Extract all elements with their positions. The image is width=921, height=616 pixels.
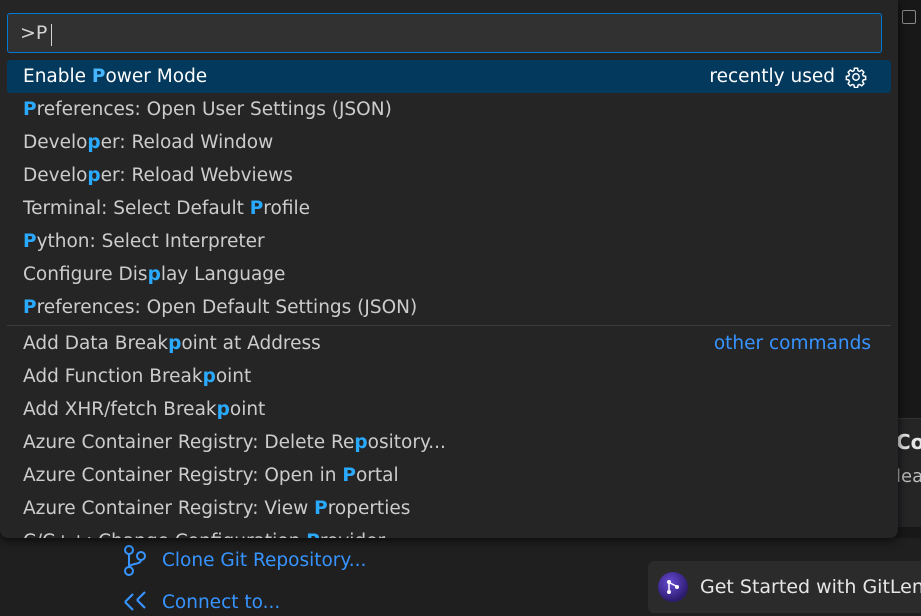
command-text: ository...: [367, 432, 446, 453]
command-text: Azure Container Registry: Delete Re: [23, 432, 355, 453]
match-highlight: P: [314, 498, 328, 519]
command-palette: Enable Power Mode recently used Preference…: [0, 0, 898, 538]
command-item[interactable]: Configure Display Language: [7, 258, 891, 291]
match-highlight: P: [23, 297, 37, 318]
command-label: Azure Container Registry: Open in Portal: [23, 465, 399, 486]
command-text: Add Function Break: [23, 366, 203, 387]
command-text: roperties: [327, 498, 411, 519]
clone-repo-link[interactable]: Clone Git Repository...: [122, 544, 366, 576]
command-item[interactable]: Azure Container Registry: Delete Reposit…: [7, 426, 891, 459]
command-label: Add XHR/fetch Breakpoint: [23, 399, 265, 420]
command-label: Developer: Reload Webviews: [23, 165, 293, 186]
command-palette-input-box[interactable]: [7, 13, 882, 53]
match-highlight: p: [354, 432, 368, 453]
other-commands-label: other commands: [713, 333, 871, 354]
walkthrough-desc-fragment: lea: [896, 466, 921, 487]
command-text: oint: [229, 399, 266, 420]
connect-to-link[interactable]: Connect to...: [122, 588, 280, 616]
command-text: rovider: [320, 531, 385, 538]
text-caret: [51, 24, 52, 46]
match-highlight: P: [23, 231, 37, 252]
command-item[interactable]: Add Data Breakpoint at Address other comm…: [7, 327, 891, 360]
command-item[interactable]: Add Function Breakpoint: [7, 360, 891, 393]
command-item[interactable]: Enable Power Mode recently used: [7, 60, 891, 93]
command-text: Terminal: Select Default: [23, 198, 250, 219]
command-text: Add XHR/fetch Break: [23, 399, 217, 420]
command-item[interactable]: Developer: Reload Webviews: [7, 159, 891, 192]
gear-icon[interactable]: [845, 66, 867, 88]
match-highlight: p: [202, 366, 216, 387]
match-highlight: p: [147, 264, 161, 285]
gitlens-logo-icon: [658, 572, 688, 602]
command-label: Azure Container Registry: View Propertie…: [23, 498, 410, 519]
command-label: Add Function Breakpoint: [23, 366, 251, 387]
command-list: Enable Power Mode recently used Preference…: [7, 60, 891, 538]
command-item[interactable]: Preferences: Open User Settings (JSON): [7, 93, 891, 126]
command-label: Enable Power Mode: [23, 66, 207, 87]
command-label: Python: Select Interpreter: [23, 231, 265, 252]
command-item[interactable]: Preferences: Open Default Settings (JSON…: [7, 291, 891, 324]
command-label: Add Data Breakpoint at Address: [23, 333, 321, 354]
command-label: Preferences: Open Default Settings (JSON…: [23, 297, 417, 318]
command-text: Configure Dis: [23, 264, 148, 285]
command-item[interactable]: Add XHR/fetch Breakpoint: [7, 393, 891, 426]
command-text: lay Language: [160, 264, 286, 285]
match-highlight: p: [216, 399, 230, 420]
connect-to-label: Connect to...: [162, 591, 281, 613]
command-text: Enable: [23, 66, 92, 87]
gitlens-walkthrough-button[interactable]: Get Started with GitLens: [648, 561, 921, 613]
walkthrough-title-fragment: Coc: [896, 430, 921, 454]
clone-repo-label: Clone Git Repository...: [162, 549, 367, 571]
command-label: Terminal: Select Default Profile: [23, 198, 310, 219]
command-label: C/C++: Change Configuration Provider: [23, 531, 385, 538]
command-label: Developer: Reload Window: [23, 132, 273, 153]
match-highlight: P: [342, 465, 356, 486]
source-control-icon: [124, 545, 146, 576]
recently-used-label: recently used: [709, 66, 835, 87]
command-text: references: Open Default Settings (JSON): [36, 297, 418, 318]
match-highlight: p: [87, 165, 101, 186]
command-text: oint: [215, 366, 252, 387]
command-text: ortal: [355, 465, 399, 486]
command-item[interactable]: Azure Container Registry: Open in Portal: [7, 459, 891, 492]
command-text: Develo: [23, 132, 88, 153]
command-label: Azure Container Registry: Delete Reposit…: [23, 432, 446, 453]
command-palette-input[interactable]: [8, 14, 881, 52]
command-text: rofile: [263, 198, 310, 219]
command-item[interactable]: Terminal: Select Default Profile: [7, 192, 891, 225]
command-text: references: Open User Settings (JSON): [36, 99, 392, 120]
command-label: Preferences: Open User Settings (JSON): [23, 99, 392, 120]
layout-icon[interactable]: [902, 10, 916, 24]
match-highlight: P: [91, 66, 106, 87]
command-text: er: Reload Window: [100, 132, 274, 153]
command-item[interactable]: Python: Select Interpreter: [7, 225, 891, 258]
command-text: Add Data Break: [23, 333, 169, 354]
command-item[interactable]: C/C++: Change Configuration Provider: [7, 525, 891, 538]
command-text: ower Mode: [105, 66, 208, 87]
command-text: ython: Select Interpreter: [36, 231, 265, 252]
command-text: er: Reload Webviews: [100, 165, 293, 186]
match-highlight: P: [306, 531, 320, 538]
command-label: Configure Display Language: [23, 264, 285, 285]
group-separator: [7, 325, 891, 326]
command-text: Azure Container Registry: View: [23, 498, 315, 519]
match-highlight: P: [23, 99, 37, 120]
command-item[interactable]: Developer: Reload Window: [7, 126, 891, 159]
recently-used-group: recently used: [709, 60, 867, 93]
match-highlight: p: [87, 132, 101, 153]
command-text: Develo: [23, 165, 88, 186]
remote-icon: [124, 591, 146, 611]
command-text: oint at Address: [181, 333, 321, 354]
command-text: Azure Container Registry: Open in: [23, 465, 343, 486]
gitlens-label: Get Started with GitLens: [700, 576, 921, 598]
command-text: C/C++: Change Configuration: [23, 531, 306, 538]
match-highlight: P: [249, 198, 264, 219]
command-item[interactable]: Azure Container Registry: View Propertie…: [7, 492, 891, 525]
match-highlight: p: [168, 333, 182, 354]
